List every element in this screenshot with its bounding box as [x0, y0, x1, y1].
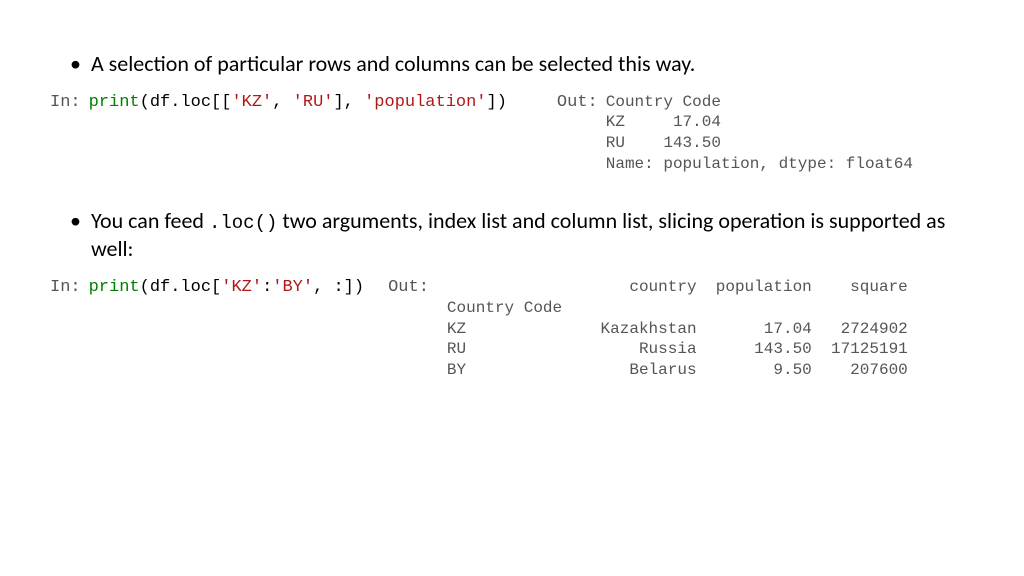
in-label: In:	[50, 277, 81, 299]
string-literal: 'KZ'	[231, 93, 272, 112]
string-literal: 'BY'	[272, 278, 313, 297]
out-label: Out:	[388, 277, 429, 299]
code-token: :	[262, 278, 272, 297]
code-input-2: print(df.loc['KZ':'BY', :])	[89, 277, 364, 300]
code-token: ])	[487, 93, 507, 112]
code-input-1: print(df.loc[['KZ', 'RU'], 'population']…	[89, 92, 507, 115]
keyword-print: print	[89, 278, 140, 297]
code-output-1: Country Code KZ 17.04 RU 143.50 Name: po…	[606, 92, 913, 175]
bullet-text-1: A selection of particular rows and colum…	[91, 50, 974, 78]
inline-code-loc: .loc()	[209, 212, 277, 234]
example-1: In: print(df.loc[['KZ', 'RU'], 'populati…	[50, 92, 974, 175]
code-token: , :])	[313, 278, 364, 297]
code-output-2: country population square Country Code K…	[447, 277, 917, 381]
bullet-text-2: You can feed .loc() two arguments, index…	[91, 207, 974, 263]
bullet-item: • A selection of particular rows and col…	[50, 50, 974, 78]
string-literal: 'population'	[364, 93, 486, 112]
code-token: ,	[272, 93, 292, 112]
text-part-a: You can feed	[91, 207, 209, 234]
out-label: Out:	[557, 92, 598, 114]
slide-content: • A selection of particular rows and col…	[0, 0, 1024, 381]
string-literal: 'RU'	[293, 93, 334, 112]
bullet-dot: •	[70, 50, 81, 78]
code-token: (df.loc[[	[140, 93, 232, 112]
in-label: In:	[50, 92, 81, 114]
code-token: (df.loc[	[140, 278, 222, 297]
string-literal: 'KZ'	[221, 278, 262, 297]
code-token: ],	[333, 93, 364, 112]
keyword-print: print	[89, 93, 140, 112]
example-2: In: print(df.loc['KZ':'BY', :]) Out: cou…	[50, 277, 974, 381]
bullet-dot: •	[70, 207, 81, 235]
bullet-item: • You can feed .loc() two arguments, ind…	[50, 207, 974, 263]
